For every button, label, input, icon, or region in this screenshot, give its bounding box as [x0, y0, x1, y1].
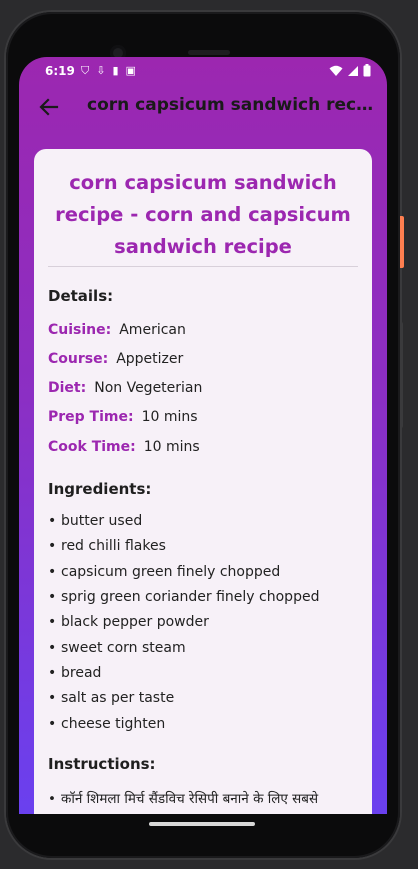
instructions-heading: Instructions:	[48, 755, 156, 773]
shield-icon: ⛉	[81, 64, 90, 77]
ingredient-item: • black pepper powder	[48, 614, 209, 630]
detail-key: Cook Time:	[48, 439, 136, 455]
bullet: •	[48, 589, 57, 605]
detail-cuisine: Cuisine: American	[48, 322, 186, 338]
system-icons	[329, 64, 371, 77]
ingredient-text: butter used	[61, 513, 143, 529]
detail-value: 10 mins	[143, 439, 200, 455]
detail-value: American	[119, 322, 186, 338]
ingredient-text: black pepper powder	[61, 614, 209, 630]
app-bar: corn capsicum sandwich recipe - corn and…	[19, 87, 387, 131]
ingredient-text: sprig green coriander finely chopped	[61, 589, 320, 605]
detail-cook-time: Cook Time: 10 mins	[48, 439, 200, 455]
ingredient-text: bread	[61, 665, 102, 681]
arrow-back-icon	[39, 98, 59, 116]
recipe-card: corn capsicum sandwich recipe - corn and…	[34, 149, 372, 814]
recipe-title: corn capsicum sandwich recipe - corn and…	[55, 171, 351, 258]
notification-icons: ⛉ ⇩ ▮ ▣	[81, 64, 136, 78]
status-bar: 6:19 ⛉ ⇩ ▮ ▣	[19, 57, 387, 87]
detail-prep-time: Prep Time: 10 mins	[48, 409, 198, 425]
download-icon: ⇩	[96, 64, 106, 77]
ingredient-item: • sweet corn steam	[48, 640, 186, 656]
back-button[interactable]	[35, 93, 63, 121]
bullet: •	[48, 665, 57, 681]
bullet: •	[48, 513, 57, 529]
signal-icon	[348, 65, 358, 76]
app-bar-title: corn capsicum sandwich recipe - corn and…	[87, 95, 377, 115]
bullet: •	[48, 690, 57, 706]
bullet: •	[48, 640, 57, 656]
ingredient-text: capsicum green finely chopped	[61, 564, 281, 580]
detail-course: Course: Appetizer	[48, 351, 183, 367]
battery-icon	[363, 64, 371, 77]
app-notification-icon: ▣	[125, 64, 136, 77]
instruction-item: • कॉर्न शिमला मिर्च सैंडविच रेसिपी बनाने …	[48, 789, 360, 807]
bullet: •	[48, 538, 57, 554]
earpiece-speaker	[188, 50, 230, 55]
ingredient-text: cheese tighten	[61, 716, 166, 732]
detail-value: 10 mins	[141, 409, 198, 425]
detail-key: Course:	[48, 351, 109, 367]
ingredient-item: • red chilli flakes	[48, 538, 166, 554]
wifi-icon	[329, 65, 343, 76]
detail-key: Diet:	[48, 380, 87, 396]
ingredient-item: • salt as per taste	[48, 690, 174, 706]
ingredient-item: • cheese tighten	[48, 716, 165, 732]
app-screen: 6:19 ⛉ ⇩ ▮ ▣ corn capsicum sandwich reci…	[19, 57, 387, 814]
ingredient-text: salt as per taste	[61, 690, 175, 706]
power-button[interactable]	[400, 216, 404, 268]
bullet: •	[48, 564, 57, 580]
detail-key: Prep Time:	[48, 409, 134, 425]
bullet: •	[48, 791, 56, 807]
bullet: •	[48, 614, 57, 630]
ingredients-heading: Ingredients:	[48, 480, 152, 498]
status-time: 6:19	[45, 64, 75, 78]
instruction-text: कॉर्न शिमला मिर्च सैंडविच रेसिपी बनाने क…	[61, 791, 319, 807]
bullet: •	[48, 716, 57, 732]
ingredient-text: sweet corn steam	[61, 640, 186, 656]
detail-diet: Diet: Non Vegeterian	[48, 380, 202, 396]
volume-button[interactable]	[400, 322, 403, 428]
detail-value: Non Vegeterian	[94, 380, 203, 396]
ingredient-item: • capsicum green finely chopped	[48, 564, 280, 580]
sd-card-icon: ▮	[112, 64, 119, 77]
ingredient-text: red chilli flakes	[61, 538, 166, 554]
title-divider	[48, 266, 358, 267]
detail-value: Appetizer	[116, 351, 184, 367]
ingredient-item: • bread	[48, 665, 101, 681]
ingredient-item: • butter used	[48, 513, 142, 529]
detail-key: Cuisine:	[48, 322, 112, 338]
home-indicator[interactable]	[149, 822, 255, 826]
ingredient-item: • sprig green coriander finely chopped	[48, 589, 319, 605]
details-heading: Details:	[48, 287, 114, 305]
